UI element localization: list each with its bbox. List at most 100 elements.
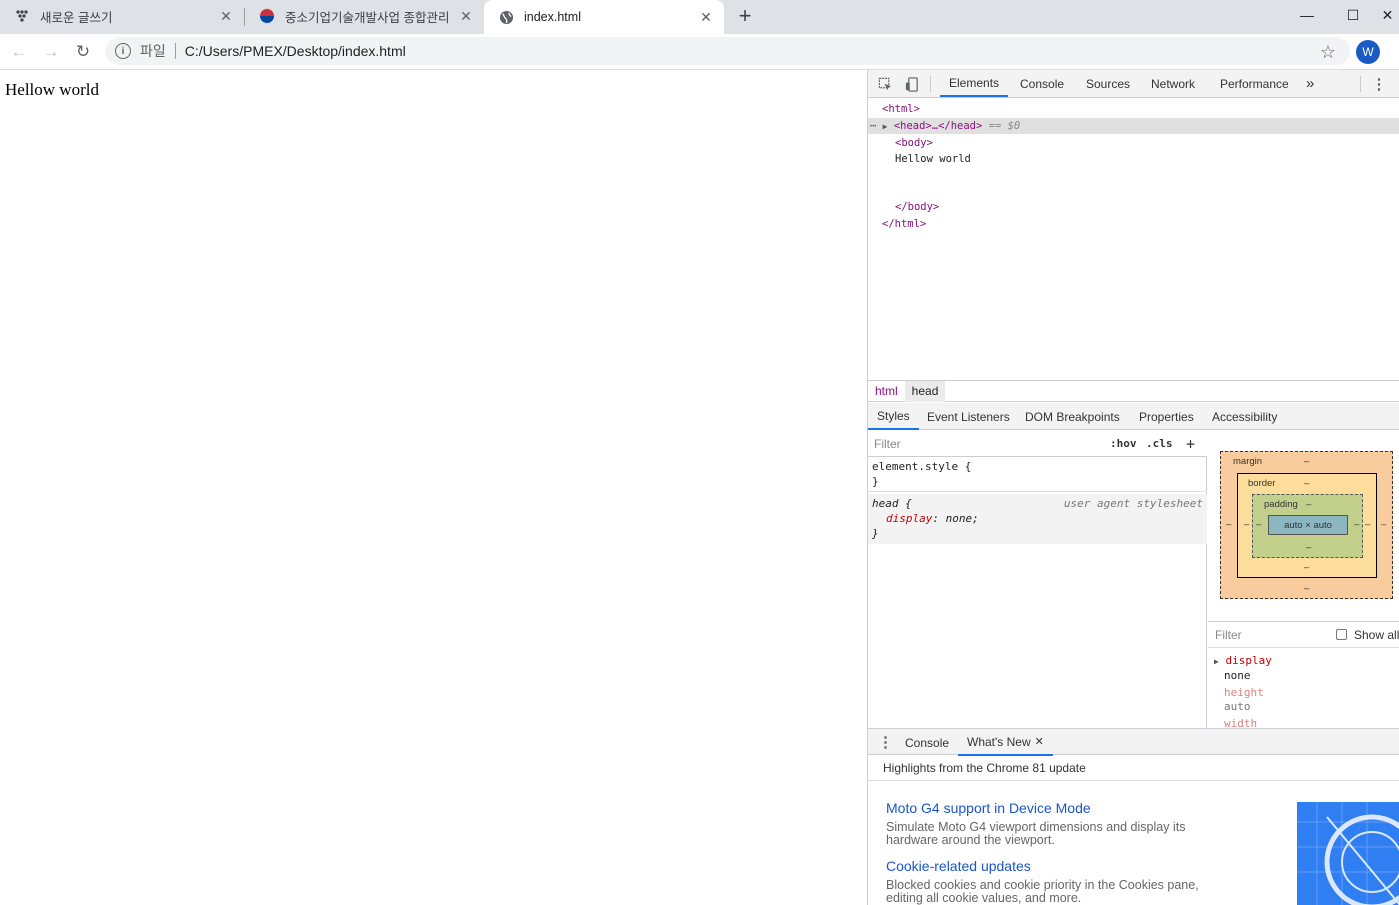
rule-property-value: none; bbox=[945, 512, 979, 525]
address-divider bbox=[174, 43, 176, 59]
close-icon[interactable]: ✕ bbox=[698, 9, 714, 25]
padding-top-value: – bbox=[1306, 499, 1312, 510]
dom-node-body-close[interactable]: </body> bbox=[868, 199, 1399, 215]
page-viewport: Hellow world bbox=[0, 70, 867, 905]
content-box[interactable]: auto × auto bbox=[1268, 515, 1348, 535]
tab-title: 새로운 글쓰기 bbox=[40, 10, 113, 25]
tab-strip: 새로운 글쓰기 ✕ 중소기업기술개발사업 종합관리 ✕ index.html ✕… bbox=[0, 0, 1399, 34]
avatar[interactable]: W bbox=[1356, 40, 1380, 64]
border-box[interactable]: border – – – – padding – – – – auto × au… bbox=[1237, 473, 1377, 578]
close-icon[interactable]: ✕ bbox=[458, 8, 474, 24]
dom-node-html-close[interactable]: </html> bbox=[868, 216, 1399, 232]
padding-left-value: – bbox=[1256, 519, 1262, 530]
tab-properties[interactable]: Properties bbox=[1139, 403, 1194, 430]
drawer-tab-bar: ⋮ Console What's New ✕ bbox=[868, 728, 1399, 756]
cls-toggle[interactable]: .cls bbox=[1146, 435, 1173, 453]
tab-new-post[interactable]: 새로운 글쓰기 ✕ bbox=[0, 0, 244, 32]
tab-styles[interactable]: Styles bbox=[868, 403, 919, 430]
computed-filter-input[interactable]: Filter bbox=[1215, 628, 1242, 642]
padding-label: padding bbox=[1264, 499, 1298, 510]
whats-new-item-desc: Blocked cookies and cookie priority in t… bbox=[886, 878, 1199, 905]
kebab-menu-icon[interactable]: ⋮ bbox=[1370, 75, 1388, 93]
dom-node-body[interactable]: <body> bbox=[868, 135, 1399, 151]
breadcrumb: html head bbox=[868, 380, 1399, 402]
margin-bottom-value: – bbox=[1304, 583, 1310, 594]
globe-icon bbox=[498, 9, 514, 25]
margin-left-value: – bbox=[1226, 519, 1232, 530]
computed-prop-height[interactable]: height auto bbox=[1224, 686, 1264, 714]
dom-node-head[interactable]: ⋯ ▶ <head>…</head> == $0 bbox=[868, 118, 1399, 134]
dom-text-node[interactable]: Hellow world bbox=[868, 151, 1399, 167]
drawer-tab-console[interactable]: Console bbox=[905, 729, 949, 756]
tab-sources[interactable]: Sources bbox=[1086, 70, 1130, 97]
tab-event-listeners[interactable]: Event Listeners bbox=[927, 403, 1010, 430]
styles-filter-row: Filter :hov .cls + bbox=[868, 431, 1207, 457]
close-window-button[interactable]: ✕ bbox=[1376, 0, 1399, 30]
device-toolbar-icon[interactable] bbox=[903, 75, 921, 93]
padding-bottom-value: – bbox=[1306, 542, 1312, 553]
tab-index-html[interactable]: index.html ✕ bbox=[484, 0, 724, 34]
expand-triangle-icon[interactable]: ▶ bbox=[883, 122, 888, 131]
tab-network[interactable]: Network bbox=[1151, 70, 1195, 97]
dom-tree: <html> ⋯ ▶ <head>…</head> == $0 <body> H… bbox=[868, 99, 1399, 379]
computed-prop-display[interactable]: ▶ display none bbox=[1214, 654, 1272, 683]
close-icon[interactable]: ✕ bbox=[218, 8, 234, 24]
padding-box[interactable]: padding – – – – auto × auto bbox=[1252, 494, 1363, 558]
margin-box[interactable]: margin – – – – border – – – – padding – … bbox=[1220, 451, 1393, 599]
whats-new-banner-image bbox=[1297, 802, 1399, 905]
forward-arrow-icon[interactable]: → bbox=[38, 39, 64, 65]
whats-new-heading: Highlights from the Chrome 81 update bbox=[868, 756, 1399, 781]
devtools-panel: Elements Console Sources Network Perform… bbox=[867, 70, 1399, 905]
dom-node-html[interactable]: <html> bbox=[868, 101, 1399, 117]
korea-flag-icon bbox=[259, 8, 275, 24]
close-icon[interactable]: ✕ bbox=[1035, 735, 1044, 748]
whats-new-item-title[interactable]: Cookie-related updates bbox=[886, 858, 1031, 874]
breadcrumb-head[interactable]: head bbox=[904, 380, 946, 402]
address-url[interactable]: C:/Users/PMEX/Desktop/index.html bbox=[185, 43, 406, 59]
bookmark-star-icon[interactable]: ☆ bbox=[1316, 40, 1340, 64]
tab-console[interactable]: Console bbox=[1020, 70, 1064, 97]
whats-new-item-desc: Simulate Moto G4 viewport dimensions and… bbox=[886, 820, 1186, 847]
border-bottom-value: – bbox=[1304, 562, 1310, 573]
tab-performance[interactable]: Performance bbox=[1220, 70, 1289, 97]
margin-top-value: – bbox=[1304, 456, 1310, 467]
hov-toggle[interactable]: :hov bbox=[1110, 435, 1137, 453]
inspect-element-icon[interactable] bbox=[876, 75, 894, 93]
ellipsis-icon[interactable]: ⋯ bbox=[870, 120, 876, 132]
browser-toolbar: ← → ↻ i 파일 C:/Users/PMEX/Desktop/index.h… bbox=[0, 34, 1399, 70]
more-tabs-icon[interactable]: » bbox=[1306, 70, 1314, 97]
minimize-button[interactable]: — bbox=[1284, 0, 1330, 30]
tab-title: 중소기업기술개발사업 종합관리 bbox=[285, 10, 450, 25]
styles-filter-input[interactable]: Filter bbox=[871, 434, 1099, 454]
expand-triangle-icon[interactable]: ▶ bbox=[1214, 657, 1219, 666]
drawer-menu-icon[interactable]: ⋮ bbox=[878, 733, 893, 751]
new-style-rule-button[interactable]: + bbox=[1186, 435, 1195, 453]
maximize-button[interactable]: ☐ bbox=[1330, 0, 1376, 30]
margin-label: margin bbox=[1233, 456, 1263, 467]
tab-smba[interactable]: 중소기업기술개발사업 종합관리 ✕ bbox=[245, 0, 484, 32]
info-icon[interactable]: i bbox=[115, 43, 131, 59]
whats-new-panel: Highlights from the Chrome 81 update Mot… bbox=[868, 756, 1399, 905]
whats-new-item-title[interactable]: Moto G4 support in Device Mode bbox=[886, 800, 1091, 816]
breadcrumb-html[interactable]: html bbox=[868, 381, 905, 402]
tab-dom-breakpoints[interactable]: DOM Breakpoints bbox=[1025, 403, 1120, 430]
address-bar[interactable]: i 파일 C:/Users/PMEX/Desktop/index.html bbox=[105, 37, 1350, 65]
back-arrow-icon[interactable]: ← bbox=[6, 39, 32, 65]
address-scheme: 파일 bbox=[140, 43, 166, 59]
sidebar-tabs: Styles Event Listeners DOM Breakpoints P… bbox=[868, 403, 1399, 430]
box-model: margin – – – – border – – – – padding – … bbox=[1208, 431, 1399, 621]
show-all-checkbox[interactable] bbox=[1336, 629, 1347, 640]
reload-icon[interactable]: ↻ bbox=[70, 39, 96, 65]
element-style-rule[interactable]: element.style { } bbox=[868, 459, 1207, 492]
tab-elements[interactable]: Elements bbox=[940, 70, 1009, 97]
styles-pane: Filter :hov .cls + element.style { } hea… bbox=[868, 431, 1207, 728]
drawer-tab-whats-new[interactable]: What's New ✕ bbox=[958, 729, 1053, 756]
devtools-toolbar: Elements Console Sources Network Perform… bbox=[868, 70, 1399, 98]
new-tab-button[interactable]: + bbox=[733, 3, 757, 28]
head-style-rule[interactable]: head { user agent stylesheet display: no… bbox=[868, 494, 1207, 544]
margin-right-value: – bbox=[1381, 519, 1387, 530]
computed-filter-row: Filter Show all bbox=[1208, 622, 1399, 648]
show-all-label: Show all bbox=[1354, 628, 1399, 642]
tab-accessibility[interactable]: Accessibility bbox=[1212, 403, 1277, 430]
tab-title: index.html bbox=[524, 10, 581, 24]
